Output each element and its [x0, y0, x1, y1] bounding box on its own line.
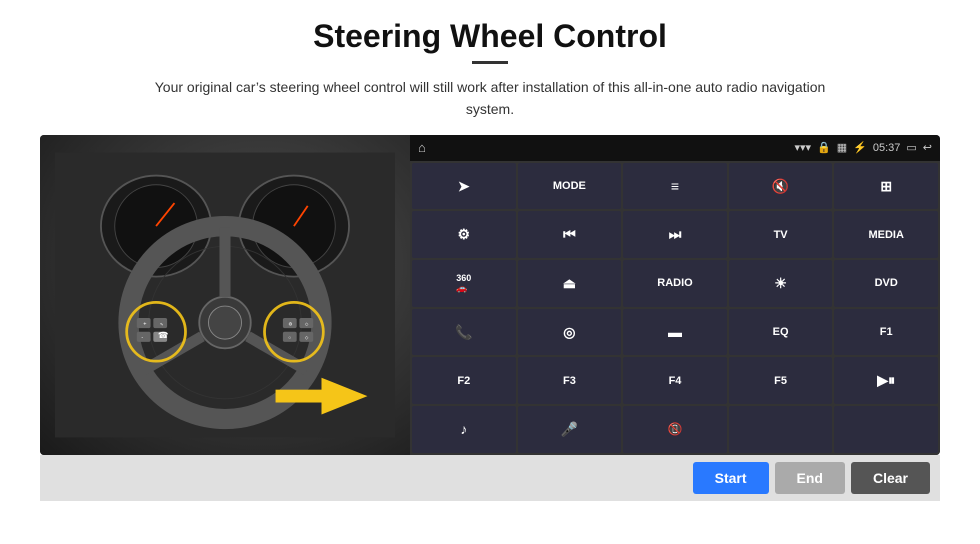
f1-label: F1 [880, 326, 893, 338]
radio-label: RADIO [657, 277, 692, 289]
svg-text:∿: ∿ [160, 321, 164, 326]
clear-button[interactable]: Clear [851, 462, 930, 494]
steering-wheel-image: + ∿ - ☎ ⚙ ◇ ○ ◇ [40, 135, 410, 455]
list-icon: ≡ [671, 178, 679, 194]
btn-f5[interactable]: F5 [729, 357, 833, 404]
phone-icon: 📞 [455, 324, 472, 341]
svg-text:☎: ☎ [158, 331, 168, 340]
btn-aspect[interactable]: ▬ [623, 309, 727, 356]
time-display: 05:37 [873, 142, 901, 154]
btn-360[interactable]: 360🚗 [412, 260, 516, 307]
settings-icon: ⚙ [458, 226, 471, 243]
panel-status-bar: ⌂ ▾▾▾ 🔒 ▦ ⚡ 05:37 ▭ ↩ [410, 135, 940, 161]
tv-label: TV [774, 229, 788, 241]
svg-text:+: + [143, 321, 146, 327]
btn-tv[interactable]: TV [729, 211, 833, 258]
btn-media[interactable]: MEDIA [834, 211, 938, 258]
btn-hangup[interactable]: 📵 [623, 406, 727, 453]
f3-label: F3 [563, 375, 576, 387]
eq-label: EQ [773, 326, 789, 338]
wifi-icon: ▾▾▾ [794, 141, 811, 154]
mic-icon: 🎤 [561, 421, 578, 438]
btn-settings[interactable]: ⚙ [412, 211, 516, 258]
aspect-icon: ▬ [668, 324, 682, 340]
brightness-icon: ☀ [774, 275, 787, 292]
btn-f1[interactable]: F1 [834, 309, 938, 356]
f2-label: F2 [457, 375, 470, 387]
eject-icon: ⏏ [563, 275, 576, 292]
bottom-bar: Start End Clear [40, 455, 940, 501]
media-label: MEDIA [868, 229, 903, 241]
f4-label: F4 [669, 375, 682, 387]
title-divider [472, 61, 508, 64]
btn-playpause[interactable]: ▶⏸ [834, 357, 938, 404]
mode-label: MODE [553, 180, 586, 192]
bt-icon: ⚡ [853, 141, 867, 154]
btn-f2[interactable]: F2 [412, 357, 516, 404]
steering-wheel-bg: + ∿ - ☎ ⚙ ◇ ○ ◇ [40, 135, 410, 455]
page-container: Steering Wheel Control Your original car… [0, 0, 980, 544]
btn-next[interactable]: ⏭ [623, 211, 727, 258]
svg-text:○: ○ [288, 335, 291, 340]
dvd-label: DVD [875, 277, 898, 289]
page-subtitle: Your original car’s steering wheel contr… [140, 76, 840, 121]
home-icon: ⌂ [418, 140, 426, 155]
btn-eject[interactable]: ⏏ [518, 260, 622, 307]
btn-grid[interactable]: ⊞ [834, 163, 938, 210]
btn-f4[interactable]: F4 [623, 357, 727, 404]
svg-text:-: - [141, 335, 143, 341]
lock-icon: 🔒 [817, 141, 831, 154]
btn-brightness[interactable]: ☀ [729, 260, 833, 307]
music-icon: ♪ [460, 421, 467, 437]
btn-f3[interactable]: F3 [518, 357, 622, 404]
btn-empty2 [834, 406, 938, 453]
btn-list[interactable]: ≡ [623, 163, 727, 210]
end-button[interactable]: End [775, 462, 845, 494]
btn-phone[interactable]: 📞 [412, 309, 516, 356]
f5-label: F5 [774, 375, 787, 387]
btn-empty1 [729, 406, 833, 453]
page-title: Steering Wheel Control [313, 18, 667, 55]
content-row: + ∿ - ☎ ⚙ ◇ ○ ◇ [40, 135, 940, 455]
control-panel: ⌂ ▾▾▾ 🔒 ▦ ⚡ 05:37 ▭ ↩ ➤ MODE [410, 135, 940, 455]
cam360-icon: 360🚗 [456, 273, 471, 294]
prev-icon: ⏮ [563, 226, 576, 243]
svg-text:◇: ◇ [305, 321, 309, 326]
playpause-icon: ▶⏸ [877, 372, 895, 389]
screen-icon: ▭ [906, 141, 916, 154]
btn-gps[interactable]: ◎ [518, 309, 622, 356]
btn-radio[interactable]: RADIO [623, 260, 727, 307]
btn-nav[interactable]: ➤ [412, 163, 516, 210]
next-icon: ⏭ [669, 226, 682, 243]
btn-prev[interactable]: ⏮ [518, 211, 622, 258]
back-icon: ↩ [923, 141, 932, 154]
sim-icon: ▦ [837, 141, 847, 154]
btn-mode[interactable]: MODE [518, 163, 622, 210]
btn-music[interactable]: ♪ [412, 406, 516, 453]
hangup-icon: 📵 [668, 422, 683, 436]
btn-eq[interactable]: EQ [729, 309, 833, 356]
btn-dvd[interactable]: DVD [834, 260, 938, 307]
svg-text:◇: ◇ [305, 335, 309, 340]
grid-icon: ⊞ [880, 178, 892, 195]
nav-icon: ➤ [458, 178, 470, 195]
start-button[interactable]: Start [693, 462, 769, 494]
status-right: ▾▾▾ 🔒 ▦ ⚡ 05:37 ▭ ↩ [794, 141, 932, 154]
gps-icon: ◎ [563, 324, 575, 341]
btn-mute[interactable]: 🔇 [729, 163, 833, 210]
panel-grid: ➤ MODE ≡ 🔇 ⊞ ⚙ ⏮ [410, 161, 940, 455]
btn-mic[interactable]: 🎤 [518, 406, 622, 453]
mute-icon: 🔇 [772, 178, 789, 195]
